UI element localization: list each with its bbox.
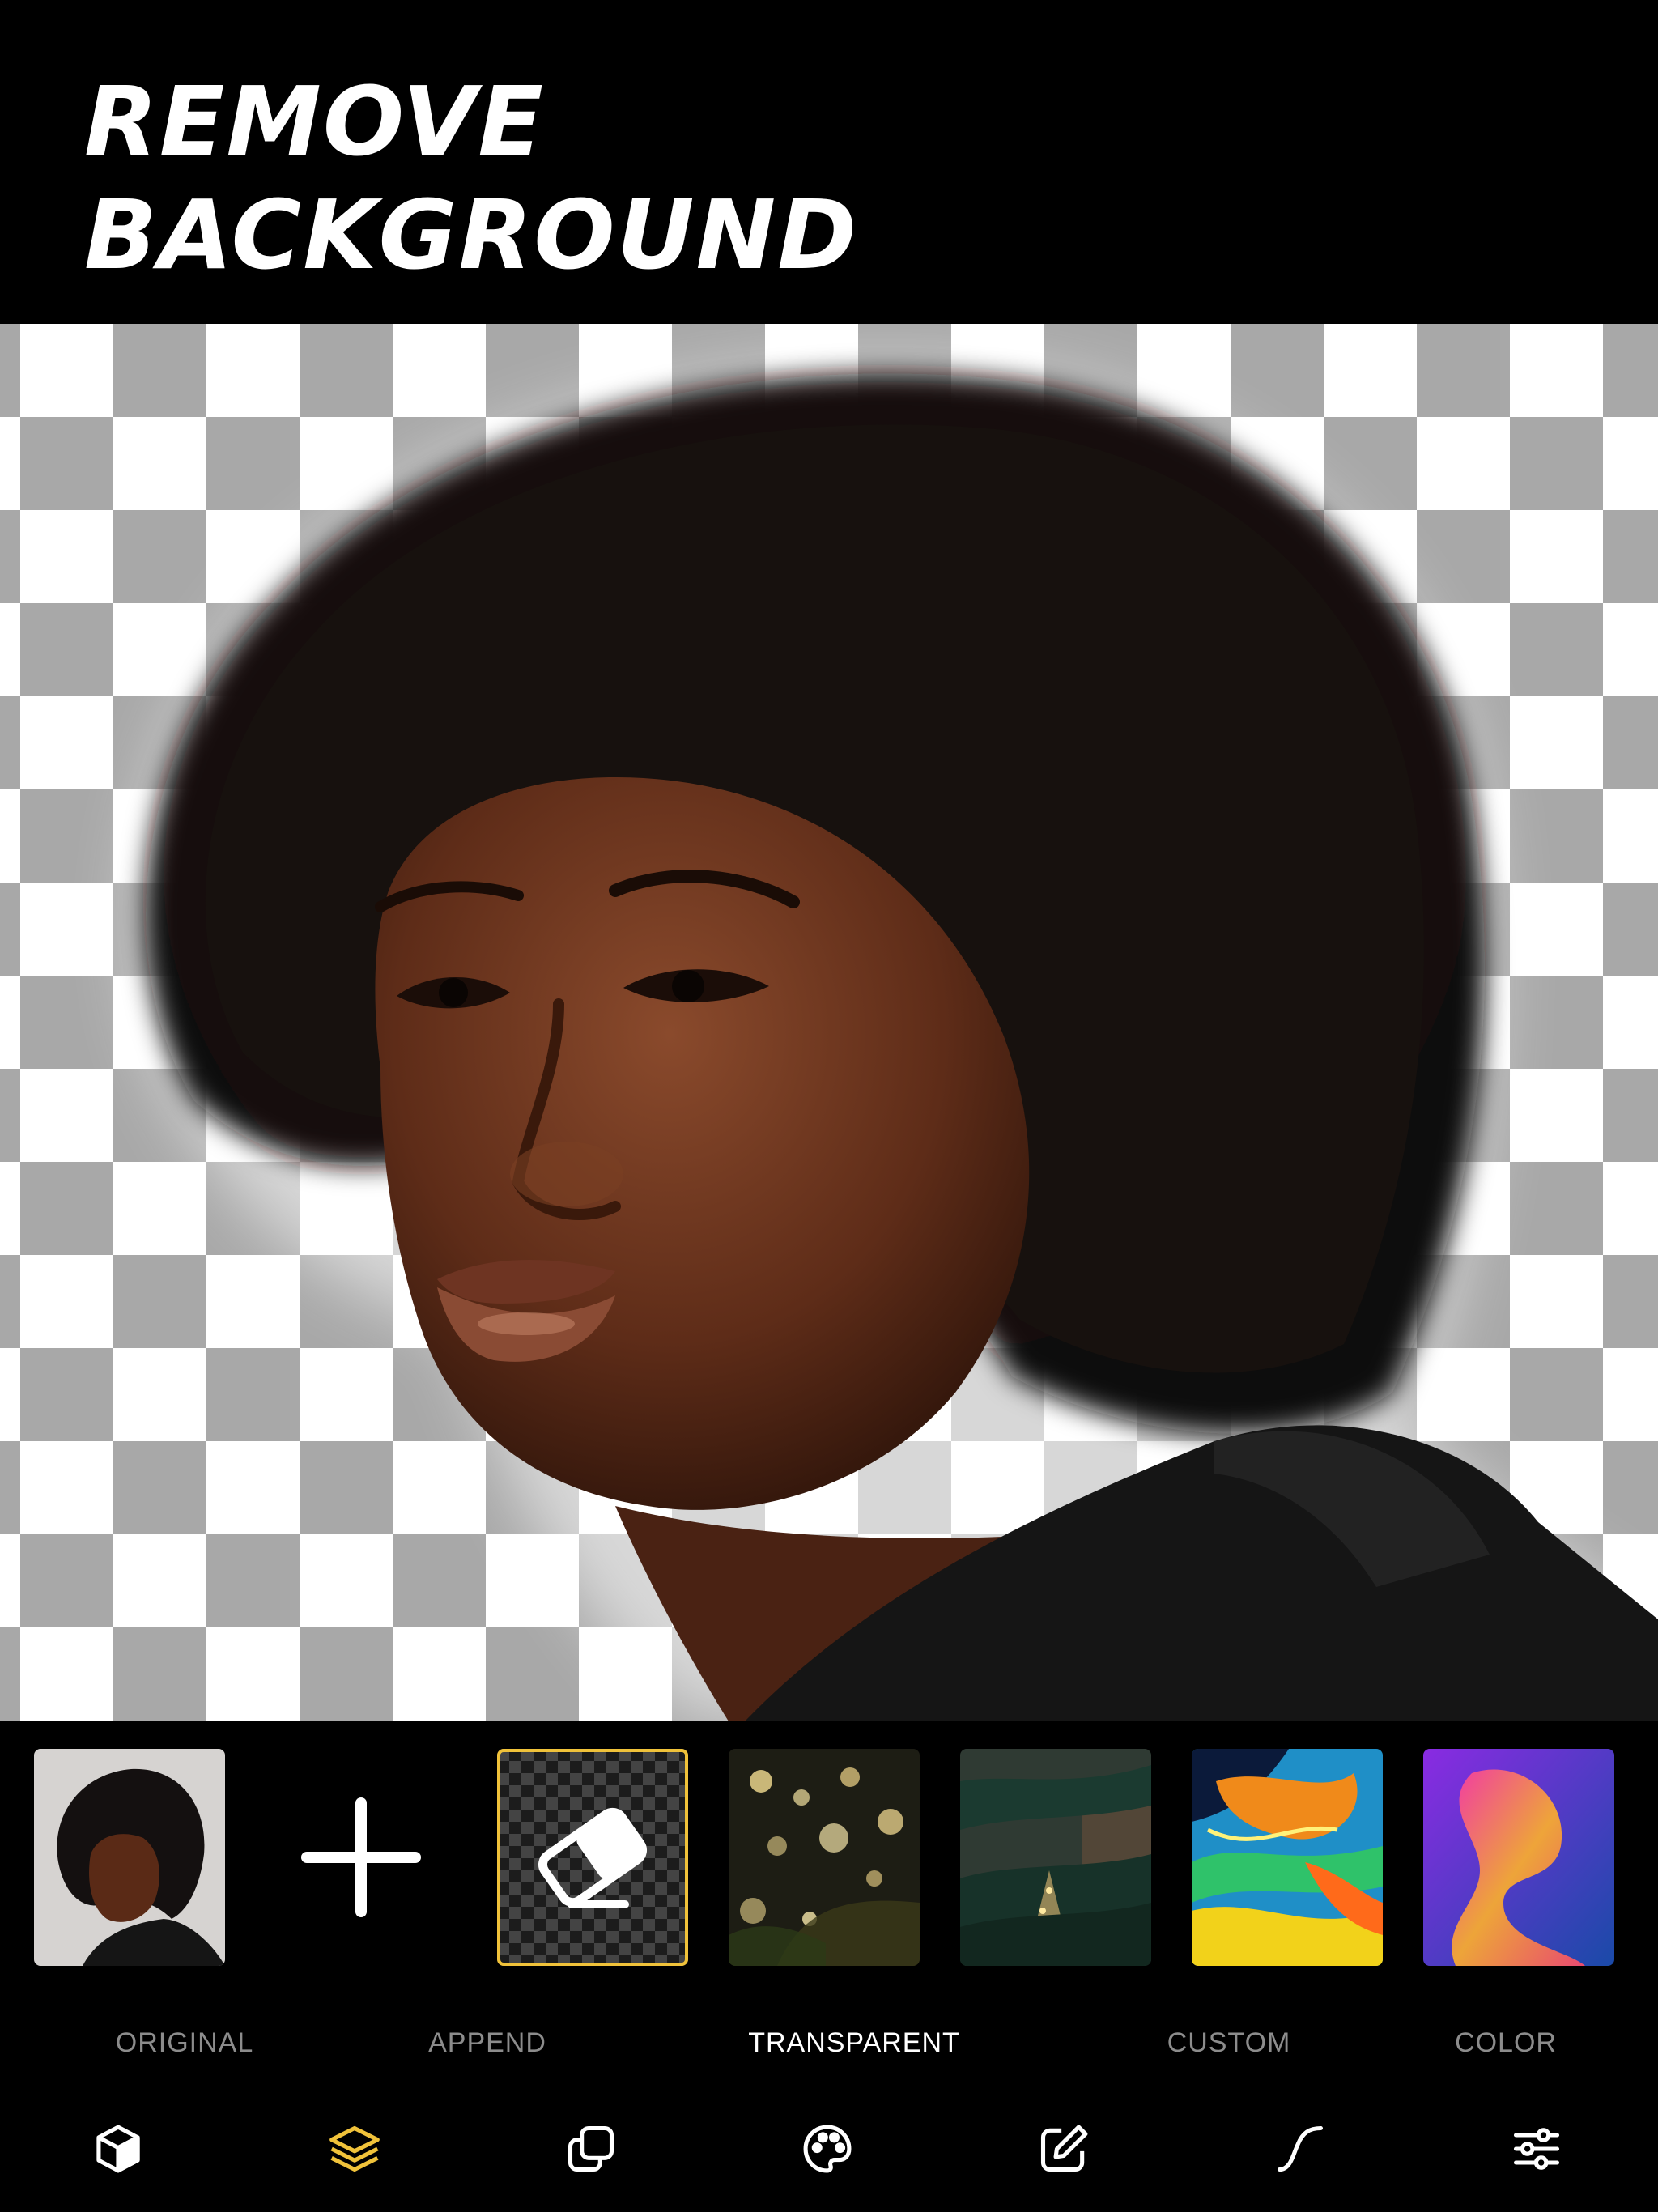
thumb-bokeh-lights[interactable] — [729, 1749, 920, 1966]
headline-line-2: BACKGROUND — [84, 179, 859, 291]
tool-layers[interactable] — [322, 2116, 387, 2181]
label-transparent[interactable]: TRANSPARENT — [748, 2027, 960, 2059]
tool-cube[interactable] — [86, 2116, 151, 2181]
marble-thumbnail — [1192, 1749, 1383, 1966]
tree-thumbnail — [960, 1749, 1151, 1966]
editing-canvas[interactable] — [0, 324, 1658, 1721]
tool-copy[interactable] — [559, 2116, 623, 2181]
label-original[interactable]: ORIGINAL — [116, 2027, 253, 2059]
portrait-thumbnail — [34, 1749, 225, 1966]
headline-line-1: REMOVE — [84, 66, 545, 177]
thumb-transparent[interactable] — [497, 1749, 688, 1966]
cutout-subject — [134, 365, 1658, 1721]
plus-icon — [301, 1797, 421, 1917]
label-color[interactable]: COLOR — [1455, 2027, 1557, 2059]
headline: REMOVE BACKGROUND — [84, 65, 858, 291]
gradient-thumbnail — [1423, 1749, 1614, 1966]
thumb-gradient-blob[interactable] — [1423, 1749, 1614, 1966]
background-labels: ORIGINAL APPEND TRANSPARENT CUSTOM COLOR — [0, 2027, 1658, 2076]
header: REMOVE BACKGROUND — [0, 0, 1658, 324]
background-panel: ORIGINAL APPEND TRANSPARENT CUSTOM COLOR — [0, 1721, 1658, 2212]
label-custom[interactable]: CUSTOM — [1167, 2027, 1291, 2059]
copy-icon — [568, 2125, 614, 2172]
thumb-original[interactable] — [34, 1749, 225, 1966]
thumb-christmas-tree[interactable] — [960, 1749, 1151, 1966]
eraser-icon — [538, 1807, 648, 1908]
tool-palette[interactable] — [795, 2116, 860, 2181]
bottom-toolbar — [0, 2102, 1658, 2207]
cube-icon — [96, 2125, 140, 2173]
palette-icon — [803, 2125, 852, 2173]
background-thumbnails — [0, 1749, 1658, 1967]
tool-sliders[interactable] — [1504, 2116, 1569, 2181]
tool-curve[interactable] — [1268, 2116, 1333, 2181]
thumb-liquid-marble[interactable] — [1192, 1749, 1383, 1966]
append-button[interactable] — [266, 1749, 457, 1966]
tool-edit[interactable] — [1031, 2116, 1096, 2181]
label-append[interactable]: APPEND — [428, 2027, 546, 2059]
layers-icon — [329, 2125, 380, 2172]
curve-icon — [1277, 2125, 1324, 2172]
edit-icon — [1040, 2125, 1088, 2172]
bokeh-thumbnail — [729, 1749, 920, 1966]
sliders-icon — [1513, 2128, 1560, 2170]
